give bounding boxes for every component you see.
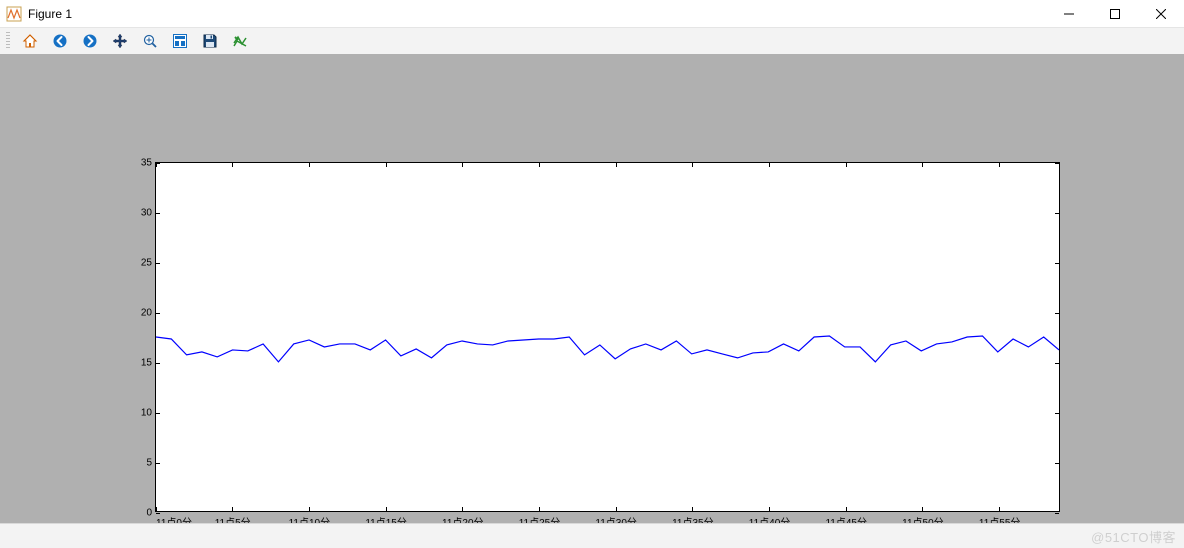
forward-icon[interactable]	[80, 31, 100, 51]
figure-canvas: 0510152025303511点0分11点5分11点10分11点15分11点2…	[0, 54, 1184, 524]
y-tick	[156, 463, 160, 464]
save-icon[interactable]	[200, 31, 220, 51]
y-tick	[156, 363, 160, 364]
maximize-button[interactable]	[1092, 0, 1138, 27]
window-titlebar: Figure 1	[0, 0, 1184, 28]
minimize-button[interactable]	[1046, 0, 1092, 27]
y-tick	[156, 213, 160, 214]
back-icon[interactable]	[50, 31, 70, 51]
x-tick	[539, 507, 540, 511]
x-tick-top	[922, 163, 923, 167]
y-tick-right	[1055, 213, 1059, 214]
y-tick	[156, 163, 160, 164]
x-tick-top	[846, 163, 847, 167]
app-icon	[6, 6, 22, 22]
plot-line-container	[156, 163, 1059, 511]
x-tick	[309, 507, 310, 511]
x-tick	[232, 507, 233, 511]
y-tick-label: 30	[141, 208, 152, 219]
y-tick-right	[1055, 513, 1059, 514]
x-tick	[616, 507, 617, 511]
status-bar	[0, 523, 1184, 548]
axes[interactable]: 0510152025303511点0分11点5分11点10分11点15分11点2…	[155, 162, 1060, 512]
figure-toolbar	[0, 28, 1184, 55]
zoom-icon[interactable]	[140, 31, 160, 51]
close-button[interactable]	[1138, 0, 1184, 27]
window-title: Figure 1	[28, 7, 72, 21]
y-tick	[156, 263, 160, 264]
series-line	[156, 336, 1059, 362]
y-tick	[156, 413, 160, 414]
x-tick-top	[156, 163, 157, 167]
y-tick-label: 35	[141, 158, 152, 169]
window-buttons	[1046, 0, 1184, 27]
y-tick-label: 5	[146, 458, 152, 469]
pan-icon[interactable]	[110, 31, 130, 51]
y-tick-right	[1055, 463, 1059, 464]
y-tick	[156, 313, 160, 314]
y-tick-label: 15	[141, 358, 152, 369]
y-tick-label: 20	[141, 308, 152, 319]
x-tick-top	[539, 163, 540, 167]
x-tick-top	[769, 163, 770, 167]
x-tick	[386, 507, 387, 511]
edit-icon[interactable]	[230, 31, 250, 51]
y-tick-right	[1055, 363, 1059, 364]
x-tick	[999, 507, 1000, 511]
x-tick-top	[232, 163, 233, 167]
home-icon[interactable]	[20, 31, 40, 51]
y-tick-label: 25	[141, 258, 152, 269]
y-tick-right	[1055, 163, 1059, 164]
x-tick	[156, 507, 157, 511]
y-tick-right	[1055, 313, 1059, 314]
x-tick-top	[462, 163, 463, 167]
x-tick	[692, 507, 693, 511]
x-tick-top	[692, 163, 693, 167]
x-tick-top	[309, 163, 310, 167]
x-tick-top	[386, 163, 387, 167]
subplots-icon[interactable]	[170, 31, 190, 51]
y-tick-label: 0	[146, 508, 152, 519]
y-tick-label: 10	[141, 408, 152, 419]
x-tick-top	[999, 163, 1000, 167]
x-tick	[462, 507, 463, 511]
x-tick	[769, 507, 770, 511]
x-tick	[922, 507, 923, 511]
toolbar-grip	[6, 32, 10, 50]
x-tick-top	[616, 163, 617, 167]
watermark: @51CTO博客	[1091, 527, 1176, 546]
y-tick-right	[1055, 413, 1059, 414]
x-tick	[846, 507, 847, 511]
y-tick-right	[1055, 263, 1059, 264]
